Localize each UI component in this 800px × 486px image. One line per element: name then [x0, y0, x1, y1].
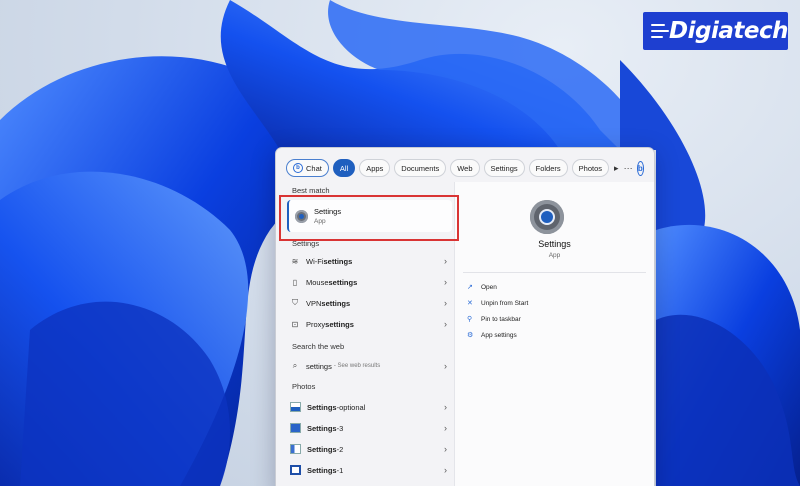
photo-label-rest: -2 [336, 444, 344, 454]
photo-label-bold: Settings [307, 444, 337, 454]
photo-label-bold: Settings [307, 423, 337, 433]
result-proxy-settings[interactable]: ⊡ Proxy settings › [287, 314, 447, 334]
digiatech-logo: Digiatech [643, 12, 788, 50]
result-label-bold: settings [328, 277, 358, 287]
action-label: App settings [481, 331, 517, 339]
bing-icon: b [293, 163, 303, 173]
bing-button-icon[interactable]: b [636, 160, 644, 176]
mouse-icon: ▯ [292, 277, 298, 287]
chevron-right-icon: › [444, 361, 447, 371]
result-label-pre: Mouse [306, 277, 329, 287]
result-vpn-settings[interactable]: ⛉ VPN settings › [287, 293, 447, 313]
web-search-result[interactable]: ⌕ settings - See web results › [287, 356, 447, 376]
photo-result[interactable]: Settings -optional › [287, 397, 447, 417]
photo-result[interactable]: Settings -3 › [287, 418, 447, 438]
result-label-pre: Proxy [306, 319, 326, 329]
filter-documents[interactable]: Documents [394, 159, 447, 177]
photo-result[interactable]: Settings -2 › [287, 439, 447, 459]
shield-icon: ⛉ [292, 298, 298, 307]
chevron-right-icon: › [444, 402, 447, 412]
filter-all[interactable]: All [332, 159, 356, 177]
photos-section-header: Photos [292, 382, 316, 391]
logo-text: Digiatech [669, 18, 788, 44]
preview-subtitle: App [548, 252, 561, 259]
photo-thumbnail-icon [290, 444, 301, 454]
photo-label-bold: Settings [307, 402, 337, 412]
web-section-header: Search the web [292, 342, 345, 351]
ellipsis-icon[interactable]: ··· [624, 163, 633, 173]
preview-title: Settings [538, 239, 571, 249]
action-unpin-from-start[interactable]: ✕ Unpin from Start [467, 299, 529, 308]
photo-thumbnail-icon [290, 465, 301, 475]
filter-apps[interactable]: Apps [359, 159, 391, 177]
result-label-bold: settings [325, 319, 354, 329]
result-label-pre: Wi-Fi [306, 256, 324, 266]
result-mouse-settings[interactable]: ▯ Mouse settings › [287, 272, 447, 292]
preview-pane: Settings App ↗ Open ✕ Unpin from Start ⚲… [454, 182, 654, 486]
filter-photos[interactable]: Photos [571, 159, 610, 177]
unpin-icon: ✕ [467, 300, 473, 307]
filter-web[interactable]: Web [450, 159, 480, 177]
chevron-right-icon: › [444, 298, 447, 308]
chevron-right-icon: › [444, 319, 447, 329]
photo-thumbnail-icon [290, 402, 301, 412]
play-more-icon[interactable]: ▸ [613, 163, 620, 174]
logo-mark [651, 20, 669, 42]
wifi-icon: ≋ [291, 256, 299, 266]
photo-thumbnail-icon [290, 423, 301, 433]
chevron-right-icon: › [444, 256, 447, 266]
web-query: settings [306, 361, 332, 371]
result-wifi-settings[interactable]: ≋ Wi-Fi settings › [287, 251, 447, 271]
web-suffix: - See web results [333, 363, 381, 369]
photo-label-rest: -1 [336, 465, 344, 475]
highlight-box [279, 195, 459, 241]
action-pin-to-taskbar[interactable]: ⚲ Pin to taskbar [467, 315, 521, 324]
chevron-right-icon: › [444, 423, 447, 433]
search-icon: ⌕ [292, 361, 298, 370]
chat-label: Chat [306, 163, 322, 173]
photo-label-rest: -3 [336, 423, 344, 433]
gear-icon: ⚙ [467, 332, 474, 339]
action-open[interactable]: ↗ Open [467, 283, 497, 292]
filter-folders[interactable]: Folders [528, 159, 568, 177]
chat-chip[interactable]: b Chat [286, 159, 329, 177]
photo-result[interactable]: Settings -1 › [287, 460, 447, 480]
photo-label-rest: -optional [336, 402, 366, 412]
preview-divider [463, 272, 646, 273]
best-match-header: Best match [292, 186, 330, 195]
action-label: Unpin from Start [481, 299, 529, 307]
open-external-icon: ↗ [467, 284, 473, 291]
action-label: Pin to taskbar [481, 315, 521, 323]
action-label: Open [481, 283, 497, 291]
photo-label-bold: Settings [307, 465, 337, 475]
chevron-right-icon: › [444, 465, 447, 475]
settings-app-icon [530, 200, 564, 234]
pin-icon: ⚲ [467, 316, 473, 323]
action-app-settings[interactable]: ⚙ App settings [467, 331, 517, 340]
filter-settings[interactable]: Settings [483, 159, 525, 177]
search-filter-bar: b Chat All Apps Documents Web Settings F… [286, 158, 644, 178]
result-label-pre: VPN [306, 298, 322, 308]
proxy-icon: ⊡ [291, 319, 299, 329]
chevron-right-icon: › [444, 277, 447, 287]
result-label-bold: settings [323, 256, 353, 266]
chevron-right-icon: › [444, 444, 447, 454]
result-label-bold: settings [321, 298, 351, 308]
